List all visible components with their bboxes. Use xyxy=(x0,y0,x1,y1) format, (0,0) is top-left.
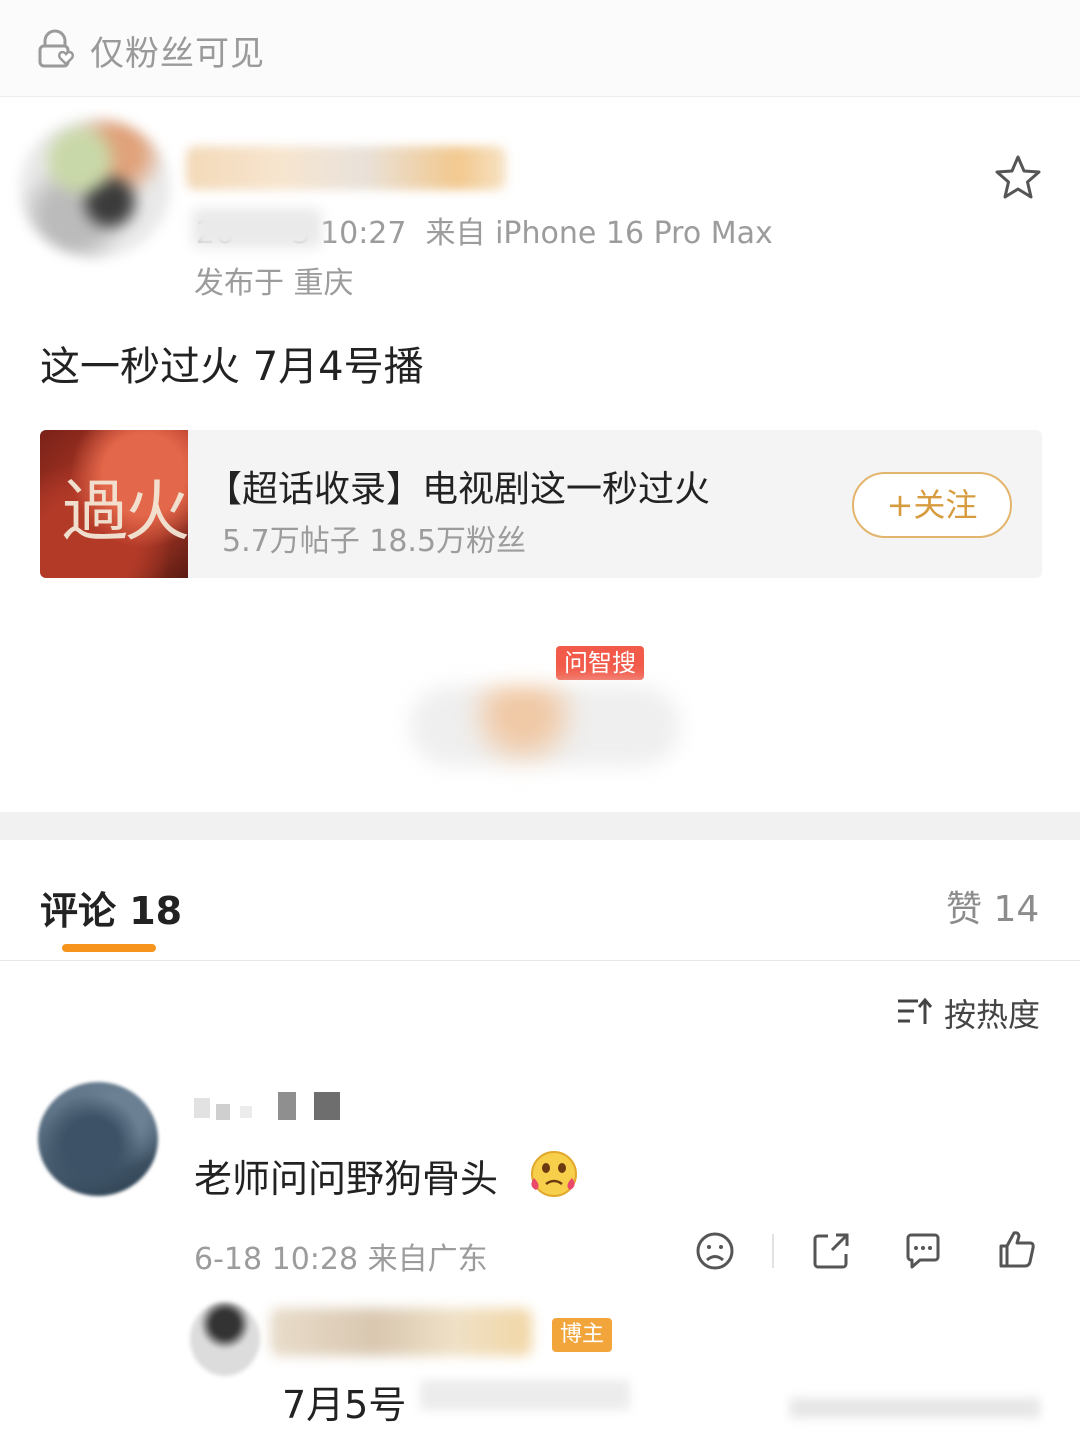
section-divider xyxy=(0,812,1080,840)
topic-title[interactable]: 【超话收录】电视剧这一秒过火 xyxy=(206,460,710,512)
comment-meta: 6-18 10:28 来自广东 xyxy=(194,1242,488,1277)
tab-likes[interactable]: 赞 14 xyxy=(946,880,1039,932)
reply-avatar[interactable] xyxy=(190,1302,260,1376)
reply-text-redacted xyxy=(420,1380,630,1410)
author-badge: 博主 xyxy=(552,1318,613,1352)
post-location: 发布于 重庆 xyxy=(194,266,354,301)
tab-comments[interactable]: 评论 18 xyxy=(40,880,182,935)
ai-search-badge[interactable]: 问智搜 xyxy=(556,646,644,680)
reply-author-redacted[interactable] xyxy=(270,1308,532,1356)
sort-icon[interactable] xyxy=(896,996,932,1028)
commenter-name-redacted[interactable] xyxy=(194,1088,354,1122)
tearful-face-emoji xyxy=(531,1151,577,1197)
star-icon[interactable] xyxy=(992,152,1044,204)
reply-icon[interactable] xyxy=(902,1230,944,1272)
visibility-label: 仅粉丝可见 xyxy=(90,34,265,74)
post-text: 这一秒过火 7月4号播 xyxy=(40,344,424,390)
author-avatar[interactable] xyxy=(20,118,170,258)
follow-button[interactable]: +关注 xyxy=(852,472,1012,538)
ai-search-button-redacted[interactable] xyxy=(410,686,680,766)
topic-stats: 5.7万帖子 18.5万粉丝 xyxy=(222,524,527,559)
post-date-redacted xyxy=(192,208,322,248)
author-name-redacted[interactable] xyxy=(186,146,506,190)
reply-text: 7月5号 xyxy=(282,1383,407,1427)
active-tab-indicator xyxy=(62,944,156,952)
commenter-avatar[interactable] xyxy=(38,1082,158,1196)
watermark-redacted xyxy=(790,1398,1040,1418)
dislike-icon[interactable] xyxy=(694,1230,736,1272)
comment-text: 老师问问野狗骨头 xyxy=(194,1157,499,1201)
tabs-divider xyxy=(0,960,1080,961)
lock-heart-icon xyxy=(38,29,74,68)
action-separator xyxy=(772,1234,774,1268)
topic-thumbnail-title: 過火 xyxy=(62,473,190,550)
like-icon[interactable] xyxy=(996,1228,1038,1270)
sort-label[interactable]: 按热度 xyxy=(944,990,1040,1036)
share-icon[interactable] xyxy=(810,1230,852,1272)
